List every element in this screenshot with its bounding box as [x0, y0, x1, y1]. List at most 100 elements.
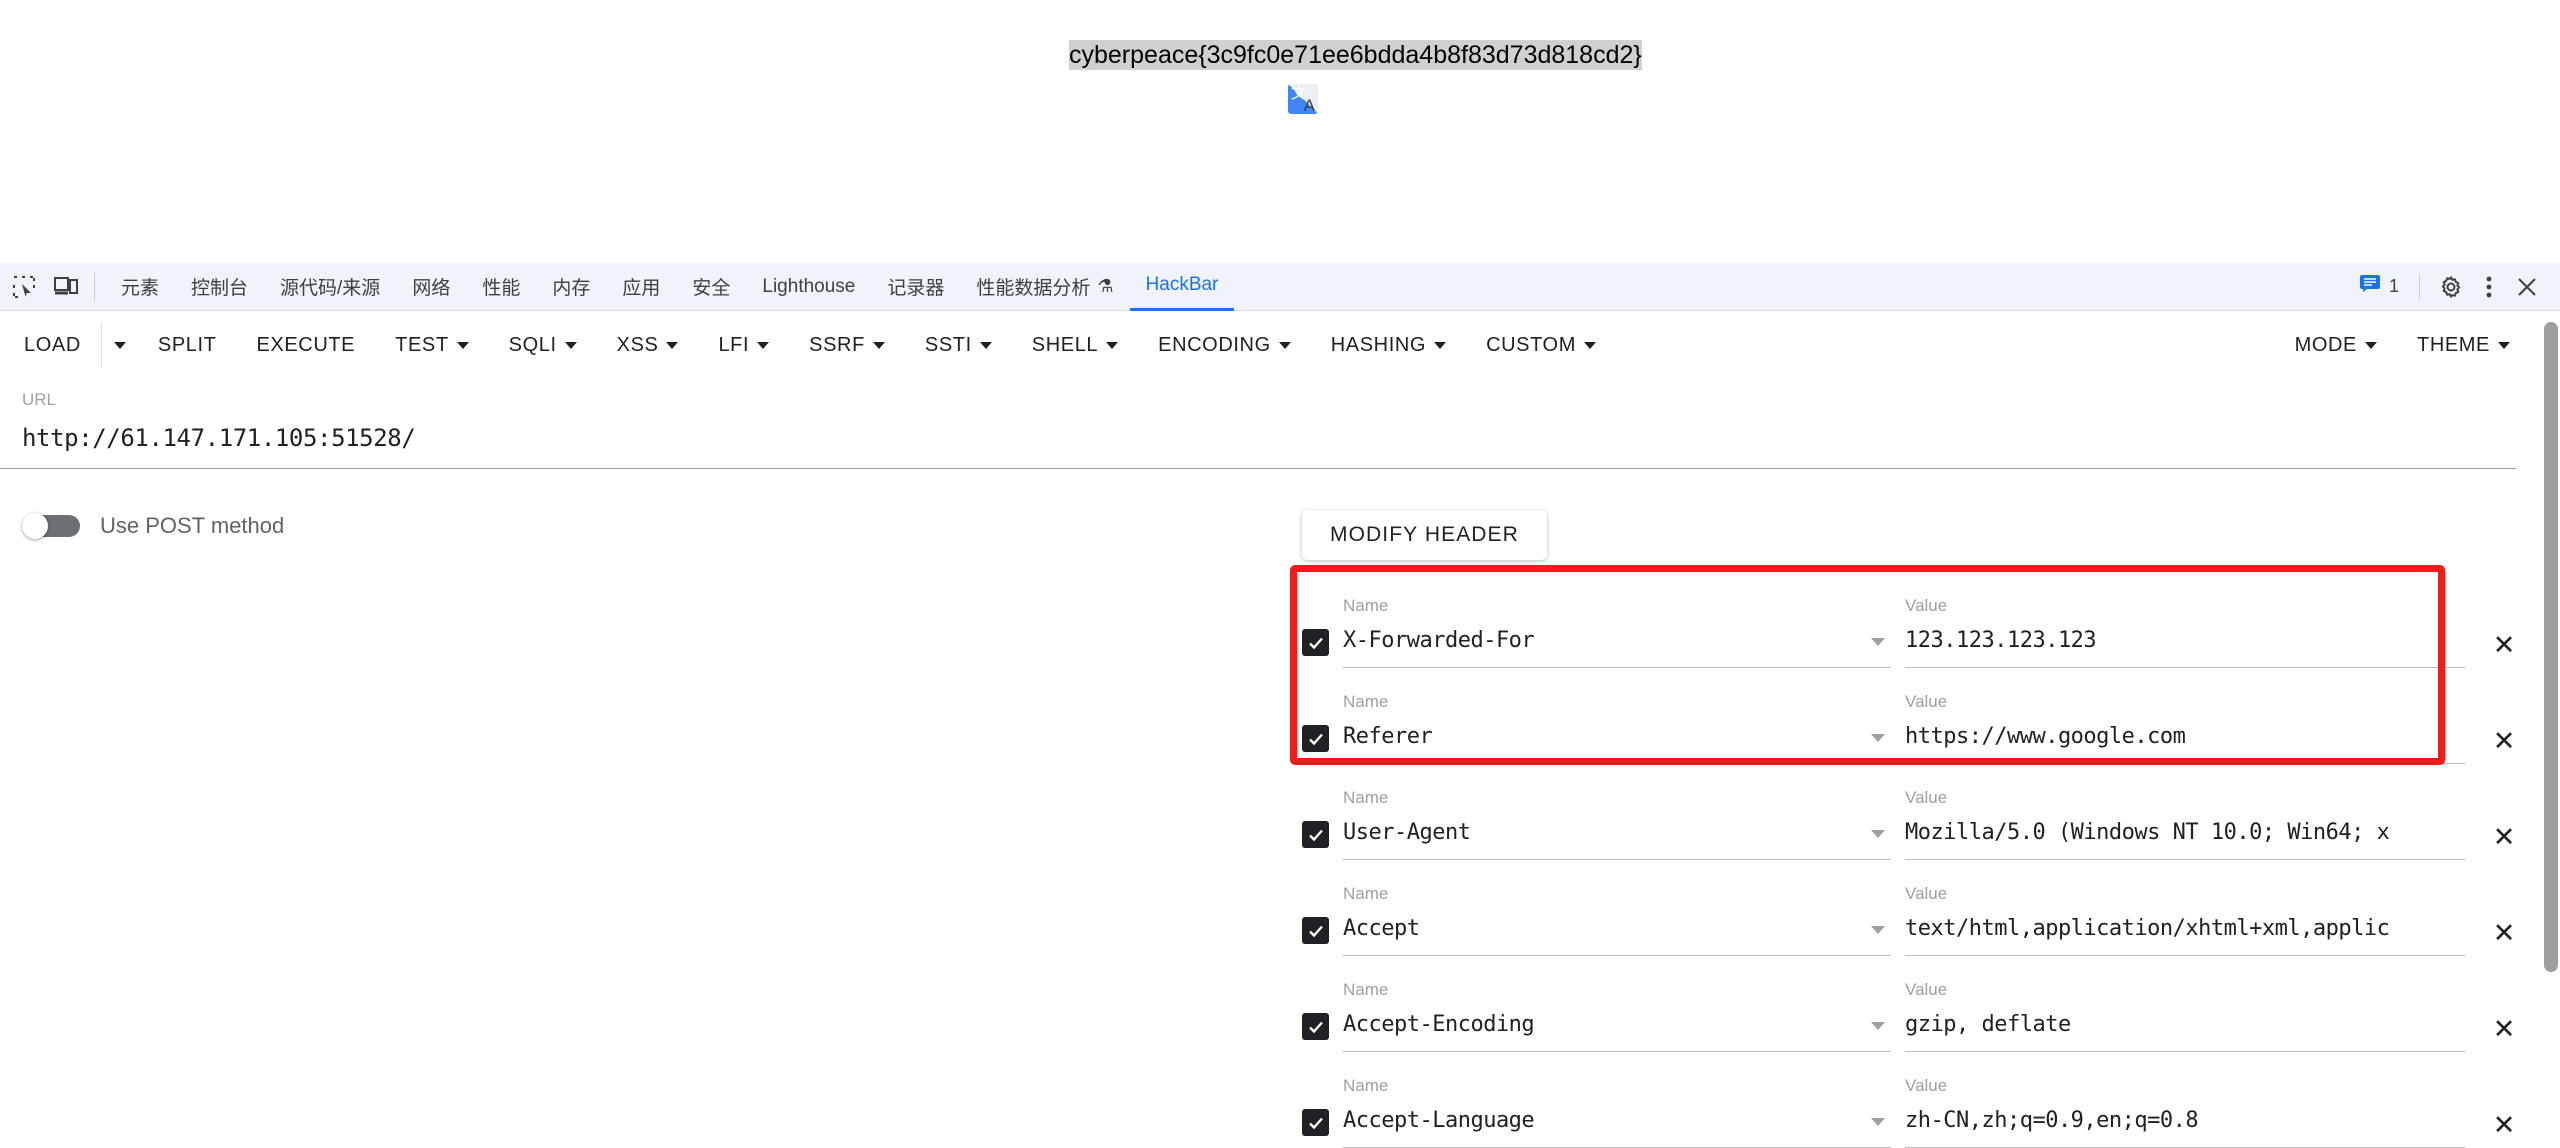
tab-hackbar[interactable]: HackBar — [1129, 263, 1235, 311]
chevron-down-icon[interactable] — [1871, 830, 1885, 838]
hackbar-mode-menu[interactable]: MODE — [2275, 322, 2397, 368]
scrollbar-thumb[interactable] — [2544, 322, 2558, 972]
delete-header-button[interactable]: ✕ — [2487, 916, 2521, 950]
header-name-field[interactable]: Name Referer — [1343, 692, 1891, 764]
hackbar-test-menu[interactable]: TEST — [375, 322, 489, 368]
tab-console[interactable]: 控制台 — [175, 263, 264, 311]
delete-header-button[interactable]: ✕ — [2487, 1108, 2521, 1142]
button-label: LFI — [718, 333, 750, 356]
chevron-down-icon — [456, 341, 469, 349]
tab-performance-insights[interactable]: 性能数据分析 ⚗ — [960, 263, 1129, 311]
header-name-label: Name — [1343, 980, 1389, 999]
tab-label: Lighthouse — [762, 275, 856, 297]
google-translate-icon[interactable]: 文 A — [1288, 84, 1318, 114]
inspect-element-icon[interactable] — [6, 269, 42, 305]
button-label: HASHING — [1330, 333, 1427, 356]
use-post-method-label: Use POST method — [100, 513, 285, 538]
header-enable-checkbox[interactable] — [1302, 629, 1329, 656]
header-name-field[interactable]: Name Accept — [1343, 884, 1891, 956]
message-count-indicator[interactable]: 1 — [2359, 274, 2399, 299]
tab-label: 控制台 — [191, 278, 249, 299]
close-icon[interactable] — [2508, 268, 2546, 306]
tab-application[interactable]: 应用 — [606, 263, 676, 311]
chevron-down-icon[interactable] — [1871, 638, 1885, 646]
tab-label: 性能 — [482, 278, 521, 299]
header-value-field[interactable]: Value https://www.google.com — [1905, 692, 2465, 764]
hackbar-lfi-menu[interactable]: LFI — [698, 322, 789, 368]
header-enable-checkbox[interactable] — [1302, 1109, 1329, 1136]
modify-header-button[interactable]: MODIFY HEADER — [1302, 510, 1547, 560]
hackbar-ssti-menu[interactable]: SSTI — [905, 322, 1012, 368]
hackbar-hashing-menu[interactable]: HASHING — [1311, 322, 1466, 368]
table-row: Name Accept-Language Value zh-CN,zh;q=0.… — [1302, 1052, 2515, 1148]
delete-header-button[interactable]: ✕ — [2487, 820, 2521, 854]
chevron-down-icon — [2498, 341, 2510, 349]
tab-recorder[interactable]: 记录器 — [871, 263, 960, 311]
header-name-field[interactable]: Name Accept-Encoding — [1343, 980, 1891, 1052]
headers-list: Name X-Forwarded-For Value 123.123.123.1… — [1302, 572, 2515, 1148]
header-value-text: gzip, deflate — [1905, 1012, 2071, 1037]
delete-header-button[interactable]: ✕ — [2487, 628, 2521, 662]
hackbar-theme-menu[interactable]: THEME — [2397, 322, 2530, 368]
hackbar-custom-menu[interactable]: CUSTOM — [1466, 322, 1616, 368]
header-value-field[interactable]: Value text/html,application/xhtml+xml,ap… — [1905, 884, 2465, 956]
button-label: CUSTOM — [1486, 333, 1576, 356]
tab-performance[interactable]: 性能 — [466, 263, 536, 311]
tab-memory[interactable]: 内存 — [536, 263, 606, 311]
tab-sources[interactable]: 源代码/来源 — [264, 263, 396, 311]
header-enable-checkbox[interactable] — [1302, 821, 1329, 848]
delete-header-button[interactable]: ✕ — [2487, 724, 2521, 758]
header-value-field[interactable]: Value Mozilla/5.0 (Windows NT 10.0; Win6… — [1905, 788, 2465, 860]
hackbar-ssrf-menu[interactable]: SSRF — [789, 322, 905, 368]
tab-security[interactable]: 安全 — [676, 263, 746, 311]
chevron-down-icon — [1106, 341, 1119, 349]
header-name-label: Name — [1343, 788, 1389, 807]
header-name-value: X-Forwarded-For — [1343, 628, 1535, 653]
tab-lighthouse[interactable]: Lighthouse — [746, 263, 871, 311]
chevron-down-icon[interactable] — [1871, 734, 1885, 742]
message-icon — [2359, 274, 2381, 299]
hackbar-load-dropdown[interactable] — [100, 322, 138, 368]
header-enable-checkbox[interactable] — [1302, 1013, 1329, 1040]
device-toolbar-icon[interactable] — [48, 269, 84, 305]
button-label: SQLI — [508, 333, 557, 356]
hackbar-sqli-menu[interactable]: SQLI — [489, 322, 597, 368]
kebab-menu-icon[interactable] — [2470, 268, 2508, 306]
header-value-field[interactable]: Value gzip, deflate — [1905, 980, 2465, 1052]
hackbar-load-button[interactable]: LOAD — [0, 322, 101, 368]
header-value-field[interactable]: Value zh-CN,zh;q=0.9,en;q=0.8 — [1905, 1076, 2465, 1148]
hackbar-encoding-menu[interactable]: ENCODING — [1138, 322, 1311, 368]
header-name-field[interactable]: Name Accept-Language — [1343, 1076, 1891, 1148]
tab-label: HackBar — [1145, 274, 1219, 295]
header-value-field[interactable]: Value 123.123.123.123 — [1905, 596, 2465, 668]
flag-text: cyberpeace{3c9fc0e71ee6bdda4b8f83d73d818… — [1069, 40, 1642, 70]
url-input[interactable]: http://61.147.171.105:51528/ — [22, 424, 2516, 452]
button-label: SSRF — [809, 333, 865, 356]
chevron-down-icon — [872, 341, 885, 349]
devtools-tab-bar: 元素 控制台 源代码/来源 网络 性能 内存 应用 安全 Lighthouse … — [0, 263, 2560, 311]
chevron-down-icon[interactable] — [1871, 1118, 1885, 1126]
delete-header-button[interactable]: ✕ — [2487, 1012, 2521, 1046]
tab-label: 记录器 — [887, 278, 945, 299]
tab-elements[interactable]: 元素 — [105, 263, 175, 311]
header-enable-checkbox[interactable] — [1302, 725, 1329, 752]
tab-network[interactable]: 网络 — [396, 263, 466, 311]
chevron-down-icon — [1583, 341, 1596, 349]
header-name-field[interactable]: Name X-Forwarded-For — [1343, 596, 1891, 668]
hackbar-xss-menu[interactable]: XSS — [597, 322, 699, 368]
chevron-down-icon — [1434, 341, 1447, 349]
use-post-method-toggle[interactable] — [22, 513, 80, 539]
hackbar-split-button[interactable]: SPLIT — [138, 322, 237, 368]
header-value-label: Value — [1905, 884, 1948, 903]
button-label: ENCODING — [1158, 333, 1271, 356]
chevron-down-icon[interactable] — [1871, 926, 1885, 934]
header-enable-checkbox[interactable] — [1302, 917, 1329, 944]
header-name-field[interactable]: Name User-Agent — [1343, 788, 1891, 860]
chevron-down-icon[interactable] — [1871, 1022, 1885, 1030]
gear-icon[interactable] — [2432, 268, 2470, 306]
tab-label: 网络 — [412, 278, 451, 299]
hackbar-shell-menu[interactable]: SHELL — [1012, 322, 1138, 368]
hackbar-execute-button[interactable]: EXECUTE — [236, 322, 375, 368]
header-name-label: Name — [1343, 596, 1389, 615]
table-row: Name Referer Value https://www.google.co… — [1302, 668, 2515, 764]
